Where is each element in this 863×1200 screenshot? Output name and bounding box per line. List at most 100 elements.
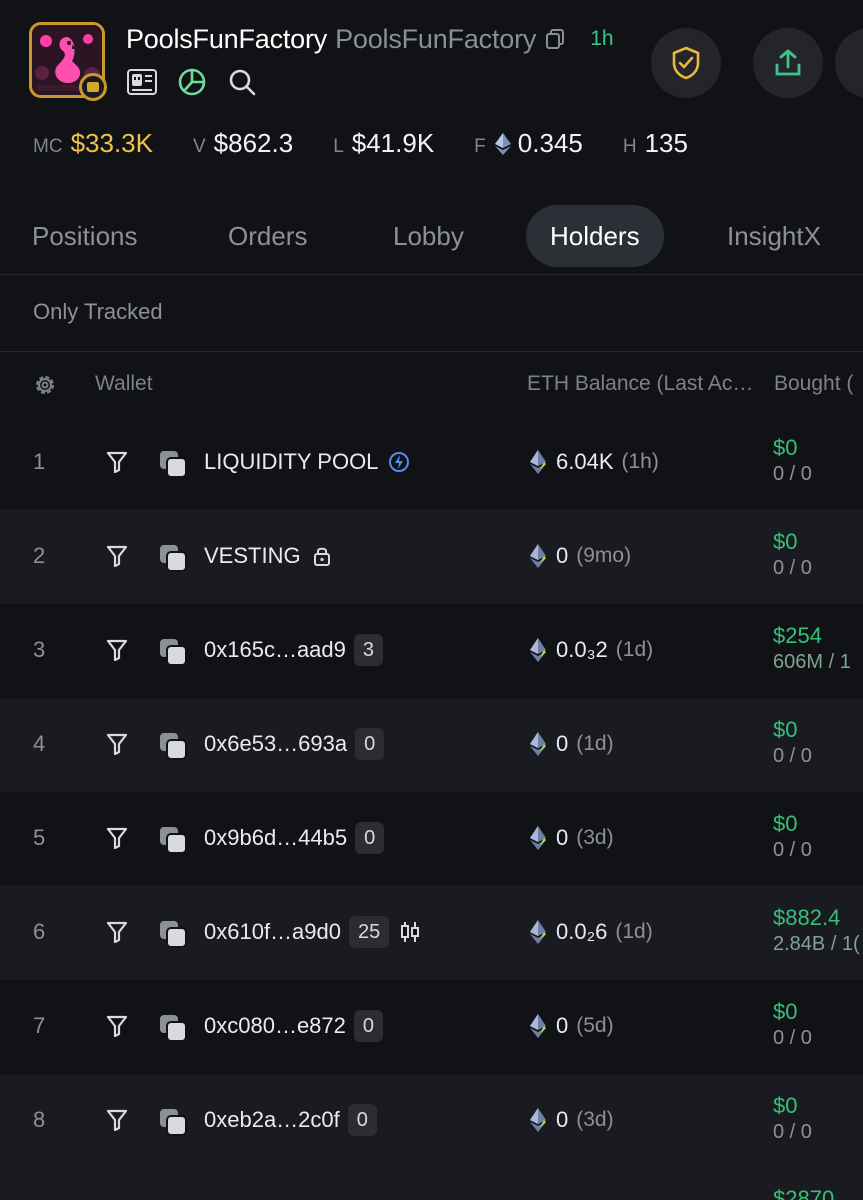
table-row[interactable]: $2870 — [0, 1168, 863, 1200]
eth-balance-cell: 0.0₃2 (1d) — [528, 634, 653, 666]
share-button[interactable] — [753, 28, 823, 98]
filter-icon[interactable] — [106, 1109, 128, 1131]
filter-icon[interactable] — [106, 451, 128, 473]
eth-balance-cell: 0 (3d) — [528, 1104, 614, 1136]
wallet-cell: 0xc080…e872 0 — [204, 1010, 384, 1042]
divider — [0, 351, 863, 352]
tx-count-badge: 0 — [355, 822, 385, 854]
token-age: 1h — [590, 27, 614, 50]
bought-usd: $0 — [773, 529, 798, 554]
eth-balance-cell: 0 (5d) — [528, 1010, 614, 1042]
eth-icon — [530, 638, 546, 662]
tab-positions[interactable]: Positions — [32, 205, 138, 267]
security-shield-button[interactable] — [651, 28, 721, 98]
last-active: (1d) — [615, 638, 654, 661]
dev-profile-icon[interactable] — [126, 66, 158, 98]
wallet-cell: 0xeb2a…2c0f 0 — [204, 1104, 377, 1136]
eth-balance-cell: 0 (1d) — [528, 728, 614, 760]
tab-lobby[interactable]: Lobby — [393, 205, 464, 267]
column-eth-balance[interactable]: ETH Balance (Last Ac… — [527, 372, 753, 396]
wallet-address[interactable]: 0x9b6d…44b5 — [204, 825, 347, 851]
bought-cell: $0 0 / 0 — [773, 435, 812, 486]
settings-button[interactable] — [835, 28, 863, 98]
tab-insightx[interactable]: InsightX — [727, 205, 821, 267]
table-row[interactable]: 2 VESTING 0 (9mo) $0 0 / 0 — [0, 510, 863, 604]
holder-rank: 1 — [33, 449, 46, 474]
table-row[interactable]: 6 0x610f…a9d0 25 0.0₂6 (1d) $882.4 2.84B / 1( — [0, 886, 863, 980]
tab-orders[interactable]: Orders — [228, 205, 307, 267]
holders-pie-icon[interactable] — [176, 66, 208, 98]
copy-address-icon[interactable] — [158, 1013, 188, 1043]
filter-icon[interactable] — [106, 827, 128, 849]
table-row[interactable]: 4 0x6e53…693a 0 0 (1d) $0 0 / 0 — [0, 698, 863, 792]
eth-balance-cell: 6.04K (1h) — [528, 446, 659, 478]
copy-address-icon[interactable] — [158, 825, 188, 855]
stat-label: MC — [33, 136, 63, 157]
wallet-cell: 0x6e53…693a 0 — [204, 728, 385, 760]
wallet-address[interactable]: 0x6e53…693a — [204, 731, 347, 757]
copy-icon[interactable] — [544, 28, 566, 50]
filter-icon[interactable] — [106, 639, 128, 661]
bought-usd: $254 — [773, 623, 822, 648]
stat-label: F — [474, 136, 486, 157]
wallet-address[interactable]: LIQUIDITY POOL — [204, 449, 378, 475]
copy-address-icon[interactable] — [158, 543, 188, 573]
eth-icon — [530, 826, 546, 850]
stat-volume: V $862.3 — [193, 128, 293, 159]
table-header: Wallet ETH Balance (Last Ac… Bought ( — [0, 355, 863, 415]
column-wallet[interactable]: Wallet — [95, 372, 153, 396]
bought-amount: 0 / 0 — [773, 745, 812, 767]
holder-rank: 2 — [33, 543, 46, 568]
table-row[interactable]: 8 0xeb2a…2c0f 0 0 (3d) $0 0 / 0 — [0, 1074, 863, 1168]
stat-fee: F 0.345 — [474, 128, 583, 159]
wallet-address[interactable]: 0x165c…aad9 — [204, 637, 346, 663]
column-bought[interactable]: Bought ( — [774, 372, 853, 396]
last-active: (1h) — [621, 450, 659, 473]
wallet-cell: 0x610f…a9d0 25 — [204, 916, 421, 948]
copy-address-icon[interactable] — [158, 1107, 188, 1137]
filter-icon[interactable] — [106, 921, 128, 943]
bought-usd: $0 — [773, 811, 798, 836]
copy-address-icon[interactable] — [158, 731, 188, 761]
chain-badge-icon — [79, 73, 107, 101]
bought-usd: $0 — [773, 717, 798, 742]
last-active: (1d) — [576, 732, 614, 755]
bought-cell: $0 0 / 0 — [773, 529, 812, 580]
copy-address-icon[interactable] — [158, 919, 188, 949]
last-active: (1d) — [615, 920, 653, 943]
tab-holders[interactable]: Holders — [526, 205, 664, 267]
eth-balance: 0 — [556, 731, 569, 756]
filter-icon[interactable] — [106, 733, 128, 755]
table-row[interactable]: 1 LIQUIDITY POOL 6.04K (1h) $0 0 / 0 — [0, 416, 863, 510]
copy-address-icon[interactable] — [158, 637, 188, 667]
wallet-address[interactable]: 0xc080…e872 — [204, 1013, 346, 1039]
stat-label: L — [333, 136, 344, 157]
wallet-address[interactable]: 0x610f…a9d0 — [204, 919, 341, 945]
table-row[interactable]: 5 0x9b6d…44b5 0 0 (3d) $0 0 / 0 — [0, 792, 863, 886]
bought-amount: 0 / 0 — [773, 557, 812, 579]
bought-cell: $0 0 / 0 — [773, 811, 812, 862]
holder-rank: 4 — [33, 731, 46, 756]
holders-table-body: 1 LIQUIDITY POOL 6.04K (1h) $0 0 / 0 2 VESTING 0… — [0, 416, 863, 1168]
only-tracked-filter[interactable]: Only Tracked — [33, 299, 163, 325]
filter-icon[interactable] — [106, 545, 128, 567]
stat-value: 135 — [644, 128, 688, 158]
table-row[interactable]: 3 0x165c…aad9 3 0.0₃2 (1d) $254 606M / 1 — [0, 604, 863, 698]
eth-icon — [530, 450, 546, 474]
copy-address-icon[interactable] — [158, 449, 188, 479]
bought-usd: $882.4 — [773, 905, 841, 930]
table-row[interactable]: 7 0xc080…e872 0 0 (5d) $0 0 / 0 — [0, 980, 863, 1074]
bought-cell: $0 0 / 0 — [773, 999, 812, 1050]
shield-check-icon — [672, 46, 700, 80]
search-icon[interactable] — [226, 66, 258, 98]
wallet-address[interactable]: 0xeb2a…2c0f — [204, 1107, 340, 1133]
bought-amount: 0 / 0 — [773, 1027, 812, 1049]
wallet-address[interactable]: VESTING — [204, 543, 301, 569]
gear-icon[interactable] — [33, 373, 57, 397]
eth-balance: 0 — [556, 1013, 569, 1038]
tx-count-badge: 0 — [353, 1010, 384, 1042]
filter-icon[interactable] — [106, 1015, 128, 1037]
bought-amount: 0 / 0 — [773, 463, 812, 485]
bought-cell: $882.4 2.84B / 1( — [773, 905, 860, 956]
tx-count-badge: 25 — [349, 916, 390, 948]
